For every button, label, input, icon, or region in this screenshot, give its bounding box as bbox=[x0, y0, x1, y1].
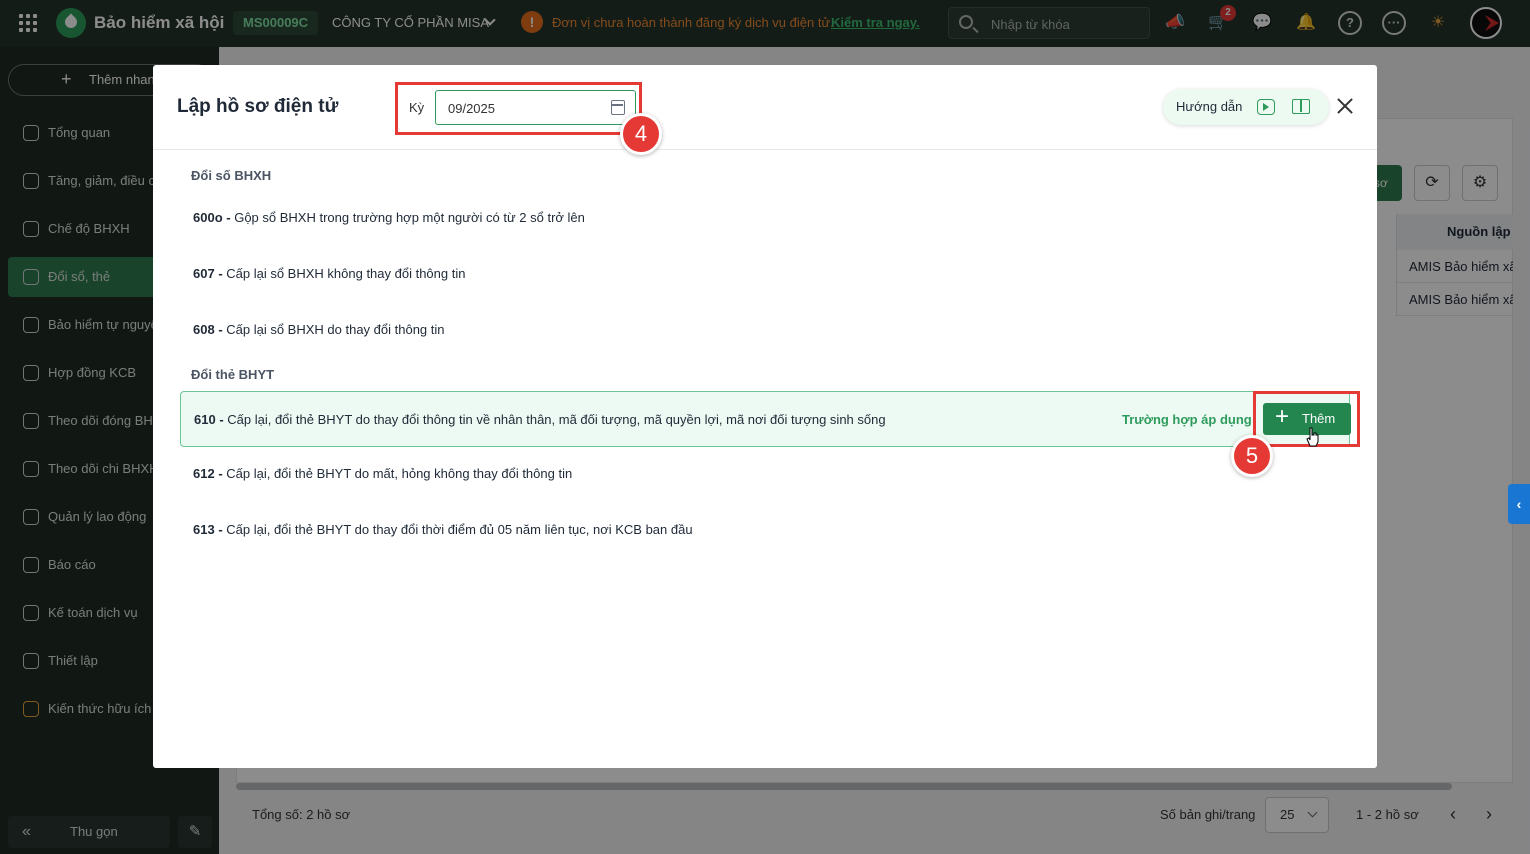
calendar-icon[interactable] bbox=[611, 100, 625, 115]
step-marker-4: 4 bbox=[620, 113, 662, 155]
hand-cursor-icon bbox=[1306, 427, 1319, 447]
item-desc: Gộp sổ BHXH trong trường hợp một người c… bbox=[234, 210, 585, 225]
step-marker-5: 5 bbox=[1231, 435, 1273, 477]
item-desc: Cấp lại, đổi thẻ BHYT do mất, hỏng không… bbox=[226, 466, 573, 481]
item-desc: Cấp lại, đổi thẻ BHYT do thay đổi thời đ… bbox=[226, 522, 693, 537]
section-title: Đổi số BHXH bbox=[191, 168, 272, 183]
item-code: 608 bbox=[193, 322, 215, 337]
list-item[interactable]: 608 - Cấp lại sổ BHXH do thay đổi thông … bbox=[180, 302, 1350, 358]
item-desc: Cấp lại, đổi thẻ BHYT do thay đổi thông … bbox=[227, 412, 886, 427]
list-item[interactable]: 613 - Cấp lại, đổi thẻ BHYT do thay đổi … bbox=[180, 502, 1350, 558]
period-label: Kỳ bbox=[409, 100, 425, 115]
item-code: 613 bbox=[193, 522, 215, 537]
item-code: 607 bbox=[193, 266, 215, 281]
period-input[interactable] bbox=[448, 100, 598, 116]
section-title: Đổi thẻ BHYT bbox=[191, 367, 275, 382]
dialog-title: Lập hồ sơ điện tử bbox=[177, 96, 339, 117]
item-desc: Cấp lại sổ BHXH không thay đổi thông tin bbox=[226, 266, 466, 281]
list-item[interactable]: 612 - Cấp lại, đổi thẻ BHYT do mất, hỏng… bbox=[180, 446, 1350, 502]
item-code: 600o bbox=[193, 210, 223, 225]
create-electronic-record-dialog: Lập hồ sơ điện tử Kỳ 4 Hướng dẫn Đổi số … bbox=[153, 65, 1377, 768]
video-play-icon[interactable] bbox=[1257, 99, 1275, 115]
item-code: 610 bbox=[194, 412, 216, 427]
book-icon[interactable] bbox=[1292, 99, 1310, 114]
item-desc: Cấp lại sổ BHXH do thay đổi thông tin bbox=[226, 322, 445, 337]
dialog-header: Lập hồ sơ điện tử Kỳ 4 Hướng dẫn bbox=[153, 65, 1377, 155]
close-icon[interactable] bbox=[1335, 96, 1355, 116]
list-item-selected[interactable]: 610 - Cấp lại, đổi thẻ BHYT do thay đổi … bbox=[180, 391, 1350, 447]
applicable-cases-link[interactable]: Trường hợp áp dụng bbox=[1122, 392, 1252, 448]
item-code: 612 bbox=[193, 466, 215, 481]
list-item[interactable]: 607 - Cấp lại sổ BHXH không thay đổi thô… bbox=[180, 246, 1350, 302]
list-item[interactable]: 600o - Gộp sổ BHXH trong trường hợp một … bbox=[180, 190, 1350, 246]
guide-label: Hướng dẫn bbox=[1176, 99, 1243, 114]
guide-button[interactable]: Hướng dẫn bbox=[1163, 89, 1329, 125]
period-picker[interactable] bbox=[435, 90, 636, 125]
expand-panel-tab[interactable]: ‹ bbox=[1508, 484, 1530, 524]
